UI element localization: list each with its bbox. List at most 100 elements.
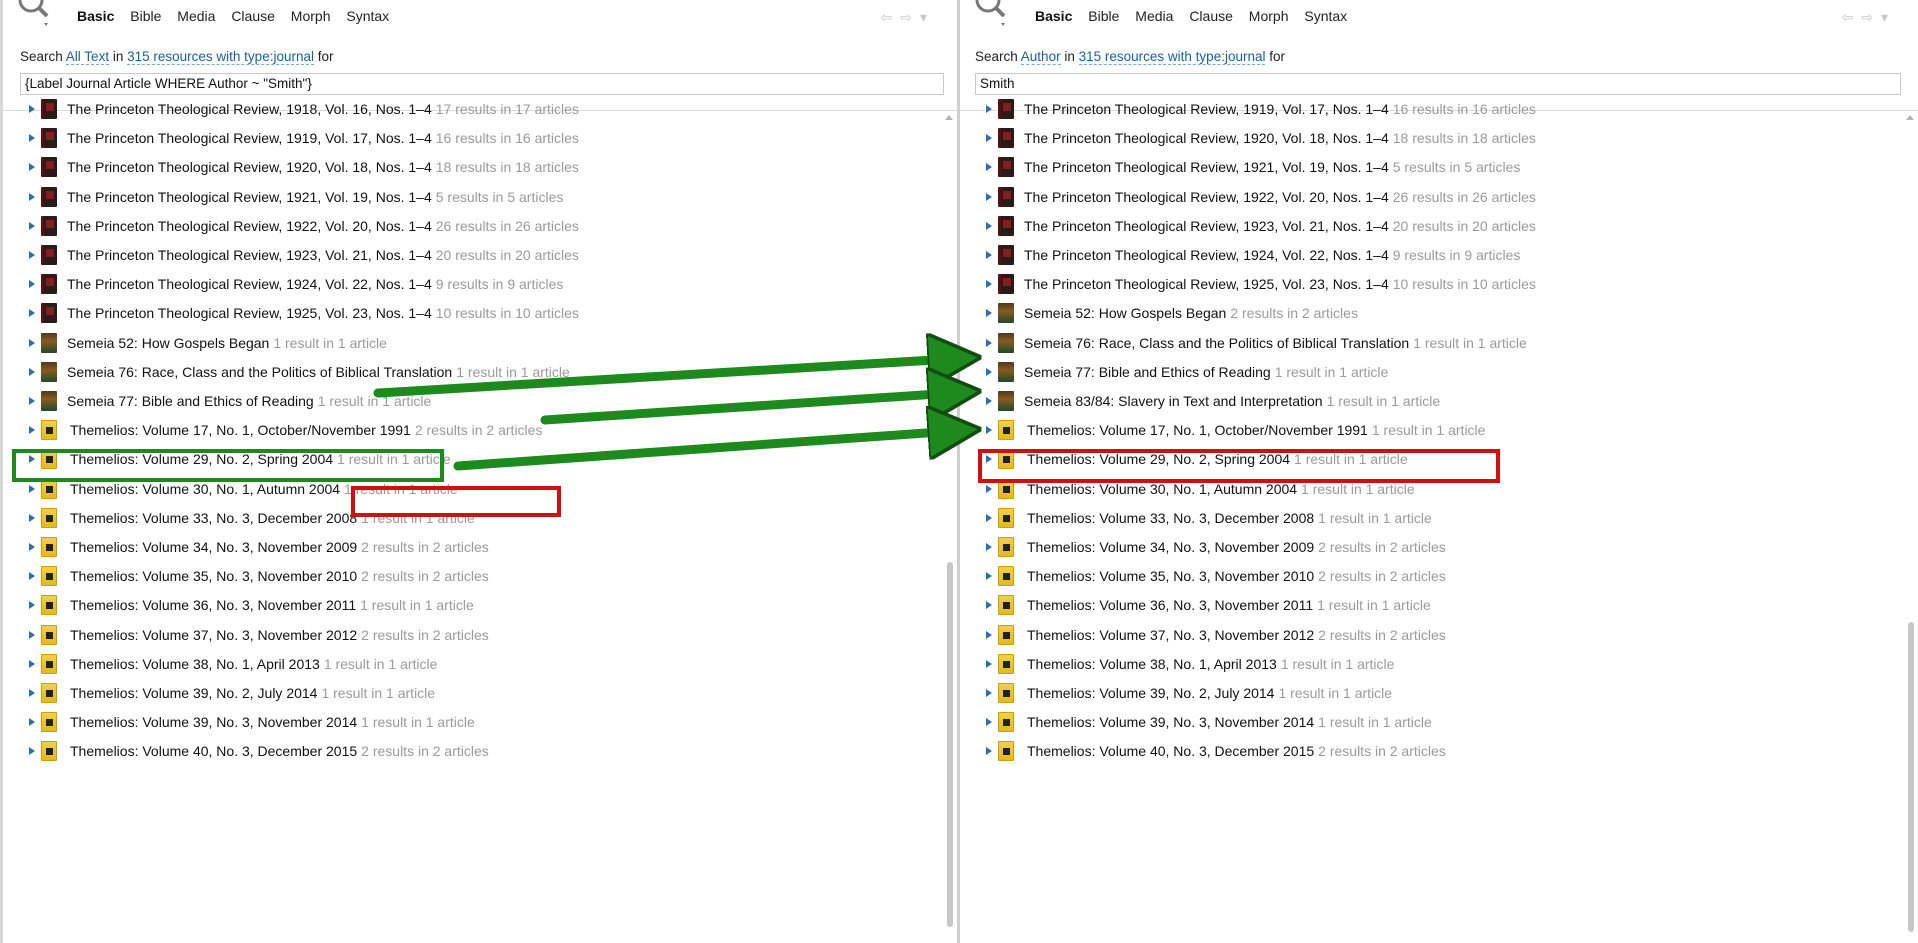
expand-triangle-icon[interactable] — [986, 689, 992, 697]
expand-triangle-icon[interactable] — [986, 251, 992, 259]
result-row[interactable]: The Princeton Theological Review, 1921, … — [3, 182, 957, 212]
result-row[interactable]: The Princeton Theological Review, 1925, … — [960, 269, 1918, 299]
tab-media[interactable]: Media — [1135, 8, 1173, 24]
resource-title[interactable]: The Princeton Theological Review, 1919, … — [67, 130, 432, 146]
resource-title[interactable]: Themelios: Volume 17, No. 1, October/Nov… — [70, 422, 411, 438]
expand-triangle-icon[interactable] — [29, 543, 35, 551]
resource-title[interactable]: Semeia 76: Race, Class and the Politics … — [67, 364, 452, 380]
resources-dropdown[interactable]: 315 resources with type:journal — [1078, 49, 1266, 65]
result-row[interactable]: Themelios: Volume 40, No. 3, December 20… — [3, 736, 957, 766]
result-row[interactable]: Themelios: Volume 37, No. 3, November 20… — [3, 620, 957, 650]
expand-triangle-icon[interactable] — [986, 513, 992, 522]
resource-title[interactable]: Semeia 77: Bible and Ethics of Reading — [1024, 364, 1271, 380]
resource-title[interactable]: Themelios: Volume 29, No. 2, Spring 2004 — [70, 451, 333, 467]
resource-title[interactable]: Themelios: Volume 17, No. 1, October/Nov… — [1027, 422, 1368, 438]
expand-triangle-icon[interactable] — [29, 192, 35, 201]
tab-bible[interactable]: Bible — [130, 8, 161, 24]
search-field-dropdown[interactable]: Author — [1020, 49, 1061, 65]
expand-triangle-icon[interactable] — [29, 484, 35, 493]
result-row[interactable]: The Princeton Theological Review, 1920, … — [3, 152, 957, 182]
resources-dropdown[interactable]: 315 resources with type:journal — [127, 49, 314, 65]
resource-title[interactable]: Themelios: Volume 36, No. 3, November 20… — [1027, 597, 1313, 613]
resource-title[interactable]: Themelios: Volume 37, No. 3, November 20… — [1027, 627, 1314, 643]
result-row[interactable]: Themelios: Volume 37, No. 3, November 20… — [960, 620, 1918, 650]
expand-triangle-icon[interactable] — [986, 630, 992, 639]
resource-title[interactable]: Themelios: Volume 35, No. 3, November 20… — [70, 568, 357, 584]
tab-morph[interactable]: Morph — [291, 8, 331, 24]
resource-title[interactable]: Themelios: Volume 35, No. 3, November 20… — [1027, 568, 1314, 584]
result-row[interactable]: Semeia 52: How Gospels Began 2 results in… — [960, 298, 1918, 328]
result-row[interactable]: Themelios: Volume 34, No. 3, November 20… — [3, 532, 957, 562]
expand-triangle-icon[interactable] — [29, 426, 35, 435]
result-row[interactable]: Themelios: Volume 36, No. 3, November 20… — [3, 590, 957, 620]
result-row[interactable]: Themelios: Volume 35, No. 3, November 20… — [3, 561, 957, 591]
tab-morph[interactable]: Morph — [1249, 8, 1289, 24]
result-row[interactable]: The Princeton Theological Review, 1923, … — [3, 240, 957, 270]
tab-clause[interactable]: Clause — [231, 8, 275, 24]
result-row[interactable]: The Princeton Theological Review, 1918, … — [3, 94, 957, 124]
expand-triangle-icon[interactable] — [986, 455, 992, 464]
resource-title[interactable]: Themelios: Volume 39, No. 3, November 20… — [70, 714, 357, 730]
result-row[interactable]: Themelios: Volume 38, No. 1, April 2013 1… — [3, 649, 957, 679]
resource-title[interactable]: Semeia 52: How Gospels Began — [1024, 305, 1226, 321]
resource-title[interactable]: Themelios: Volume 40, No. 3, December 20… — [1027, 743, 1314, 759]
result-row[interactable]: Themelios: Volume 17, No. 1, October/Nov… — [960, 415, 1918, 445]
resource-title[interactable]: Themelios: Volume 39, No. 2, July 2014 — [1027, 685, 1274, 701]
result-row[interactable]: Themelios: Volume 29, No. 2, Spring 2004… — [960, 444, 1918, 474]
resource-title[interactable]: The Princeton Theological Review, 1924, … — [67, 276, 432, 292]
resource-title[interactable]: Themelios: Volume 33, No. 3, December 20… — [70, 510, 357, 526]
expand-triangle-icon[interactable] — [986, 659, 992, 668]
scrollbar[interactable] — [1908, 117, 1914, 933]
result-row[interactable]: Themelios: Volume 17, No. 1, October/Nov… — [3, 415, 957, 445]
expand-triangle-icon[interactable] — [29, 280, 35, 289]
chevron-down-icon[interactable]: ▾ — [920, 9, 935, 25]
expand-triangle-icon[interactable] — [986, 163, 992, 172]
result-row[interactable]: Themelios: Volume 39, No. 2, July 2014 1 … — [3, 678, 957, 708]
resource-title[interactable]: Themelios: Volume 37, No. 3, November 20… — [70, 627, 357, 643]
result-row[interactable]: Themelios: Volume 36, No. 3, November 20… — [960, 590, 1918, 620]
result-row[interactable]: Themelios: Volume 35, No. 3, November 20… — [960, 561, 1918, 591]
resource-title[interactable]: Semeia 77: Bible and Ethics of Reading — [67, 393, 314, 409]
scrollbar-thumb[interactable] — [1908, 622, 1914, 932]
resource-title[interactable]: The Princeton Theological Review, 1920, … — [1024, 130, 1389, 146]
chevron-down-icon[interactable]: ▾ — [1881, 9, 1896, 25]
result-row[interactable]: Semeia 83/84: Slavery in Text and Interp… — [960, 386, 1918, 416]
resource-title[interactable]: The Princeton Theological Review, 1920, … — [67, 159, 432, 175]
expand-triangle-icon[interactable] — [29, 659, 35, 668]
result-row[interactable]: Semeia 77: Bible and Ethics of Reading 1 … — [3, 386, 957, 416]
scrollbar-thumb[interactable] — [947, 562, 953, 927]
result-row[interactable]: Themelios: Volume 30, No. 1, Autumn 2004… — [3, 474, 957, 504]
expand-triangle-icon[interactable] — [986, 280, 992, 289]
tab-syntax[interactable]: Syntax — [1304, 8, 1347, 24]
resource-title[interactable]: The Princeton Theological Review, 1921, … — [1024, 159, 1389, 175]
expand-triangle-icon[interactable] — [29, 630, 35, 639]
result-row[interactable]: Semeia 76: Race, Class and the Politics … — [3, 357, 957, 387]
result-row[interactable]: Semeia 52: How Gospels Began 1 result in … — [3, 328, 957, 358]
tab-media[interactable]: Media — [177, 8, 215, 24]
resource-title[interactable]: Themelios: Volume 34, No. 3, November 20… — [1027, 539, 1314, 555]
search-input[interactable]: Smith — [975, 73, 1901, 95]
expand-triangle-icon[interactable] — [29, 251, 35, 259]
result-row[interactable]: The Princeton Theological Review, 1921, … — [960, 152, 1918, 182]
expand-triangle-icon[interactable] — [29, 718, 35, 727]
expand-triangle-icon[interactable] — [29, 455, 35, 464]
expand-triangle-icon[interactable] — [986, 397, 992, 405]
resource-title[interactable]: The Princeton Theological Review, 1922, … — [67, 218, 432, 234]
resource-title[interactable]: Themelios: Volume 29, No. 2, Spring 2004 — [1027, 451, 1290, 467]
expand-triangle-icon[interactable] — [986, 192, 992, 201]
search-icon[interactable] — [15, 0, 55, 34]
result-row[interactable]: Themelios: Volume 38, No. 1, April 2013 1… — [960, 649, 1918, 679]
expand-triangle-icon[interactable] — [986, 338, 992, 347]
resource-title[interactable]: Themelios: Volume 36, No. 3, November 20… — [70, 597, 356, 613]
expand-triangle-icon[interactable] — [986, 747, 992, 756]
expand-triangle-icon[interactable] — [986, 105, 992, 113]
result-row[interactable]: Themelios: Volume 29, No. 2, Spring 2004… — [3, 444, 957, 474]
search-input[interactable]: {Label Journal Article WHERE Author ~ "S… — [20, 73, 944, 95]
resource-title[interactable]: The Princeton Theological Review, 1918, … — [67, 101, 432, 117]
tab-basic[interactable]: Basic — [77, 8, 114, 24]
result-row[interactable]: The Princeton Theological Review, 1922, … — [960, 182, 1918, 212]
expand-triangle-icon[interactable] — [986, 601, 992, 610]
expand-triangle-icon[interactable] — [29, 367, 35, 376]
expand-triangle-icon[interactable] — [986, 484, 992, 493]
result-row[interactable]: The Princeton Theological Review, 1919, … — [3, 123, 957, 153]
